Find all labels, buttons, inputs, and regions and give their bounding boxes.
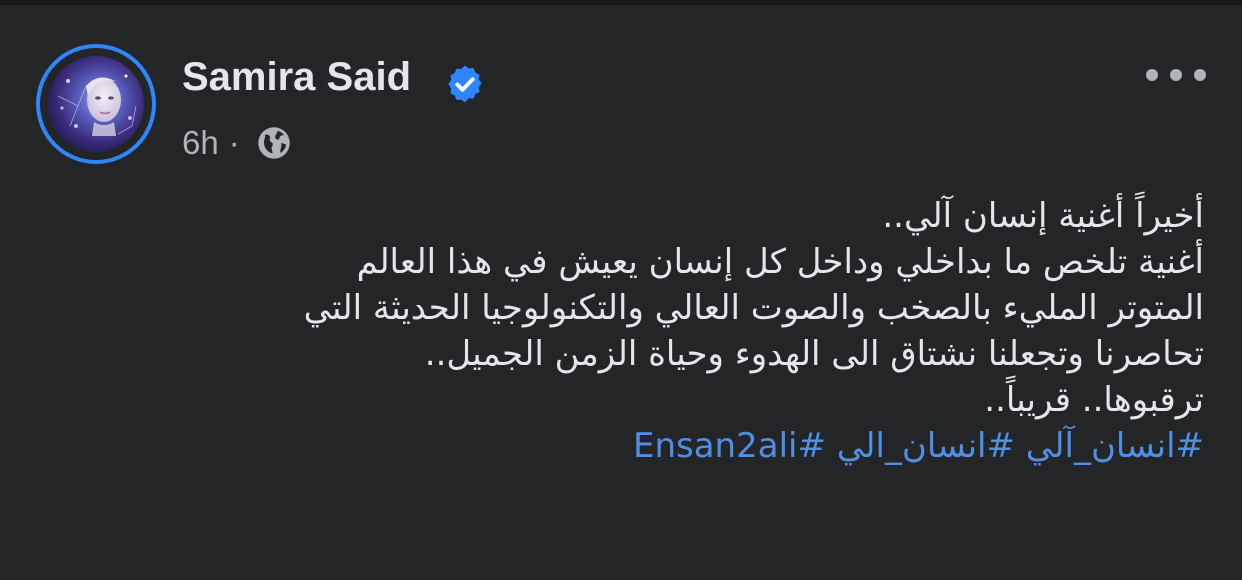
post-meta: 6h · <box>182 121 292 165</box>
hashtag-link[interactable]: #انسان_الي <box>837 426 1015 466</box>
post-text-line: ترقبوها.. قريباً.. <box>984 380 1204 420</box>
post-options-button[interactable] <box>1146 57 1206 93</box>
more-dot-icon <box>1170 69 1182 81</box>
verified-badge-icon <box>448 65 482 103</box>
facebook-post: Samira Said 6h · أخيراً أغنية إنسان آلي.… <box>0 5 1242 580</box>
globe-icon[interactable] <box>256 125 292 161</box>
more-dot-icon <box>1194 69 1206 81</box>
more-dot-icon <box>1146 69 1158 81</box>
avatar[interactable] <box>48 56 144 152</box>
post-text-line: أخيراً أغنية إنسان آلي.. <box>882 196 1204 236</box>
hashtag-link[interactable]: #انسان_آلي <box>1026 426 1204 466</box>
post-text-line: أغنية تلخص ما بداخلي وداخل كل إنسان يعيش… <box>356 242 1204 282</box>
post-timestamp[interactable]: 6h <box>182 124 219 162</box>
meta-separator: · <box>228 124 240 161</box>
avatar-image <box>48 56 144 152</box>
post-body: أخيراً أغنية إنسان آلي.. أغنية تلخص ما ب… <box>34 193 1204 469</box>
hashtag-link[interactable]: #Ensan2ali <box>633 426 826 466</box>
hashtag-line: #انسان_آلي #انسان_الي #Ensan2ali <box>34 423 1204 469</box>
author-name[interactable]: Samira Said <box>182 55 411 100</box>
post-text-line: المتوتر المليء بالصخب والصوت العالي والت… <box>303 288 1204 328</box>
post-text-line: تحاصرنا وتجعلنا نشتاق الى الهدوء وحياة ا… <box>424 334 1204 374</box>
profile-avatar-ring[interactable] <box>36 44 156 164</box>
